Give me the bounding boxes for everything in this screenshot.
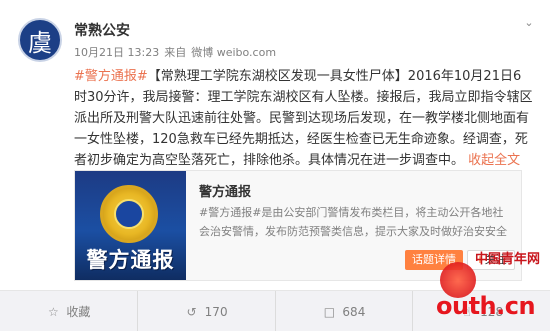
comment-icon: □ — [323, 304, 336, 319]
card-image[interactable]: 警方通报 — [75, 171, 186, 280]
comment-button[interactable]: □ 684 — [276, 291, 414, 331]
card-image-caption: 警方通报 — [86, 247, 175, 272]
site-watermark: 中国青年网 outh.cn — [434, 248, 546, 326]
post-source[interactable]: 微博 weibo.com — [191, 44, 276, 60]
source-prefix: 来自 — [164, 46, 187, 59]
police-badge-icon — [100, 185, 158, 243]
avatar[interactable]: 虞 — [18, 18, 62, 62]
collect-label: 收藏 — [66, 305, 91, 319]
repost-count: 170 — [204, 304, 228, 319]
collapse-label: 收起全文 — [468, 153, 521, 168]
star-icon: ☆ — [47, 304, 59, 319]
hashtag-link[interactable]: #警方通报# — [74, 69, 148, 84]
card-description: #警方通报#是由公安部门警情发布类栏目，将主动公开各地社会治安警情，发布防范预警… — [199, 206, 507, 238]
chevron-down-icon[interactable]: ⌄ — [522, 16, 536, 30]
avatar-glyph: 虞 — [28, 28, 52, 57]
comment-count: 684 — [342, 304, 366, 319]
repost-button[interactable]: ↺ 170 — [138, 291, 276, 331]
collect-button[interactable]: ☆ 收藏 — [0, 291, 138, 331]
card-title[interactable]: 警方通报 — [199, 181, 251, 200]
username[interactable]: 常熟公安 — [74, 20, 130, 40]
repost-icon: ↺ — [186, 304, 197, 319]
watermark-top: 中国青年网 — [474, 252, 540, 267]
post-time[interactable]: 10月21日 13:23 — [74, 44, 159, 60]
watermark-bottom: outh.cn — [436, 292, 536, 320]
post-meta: 10月21日 13:23 来自 微博 weibo.com — [74, 44, 276, 60]
